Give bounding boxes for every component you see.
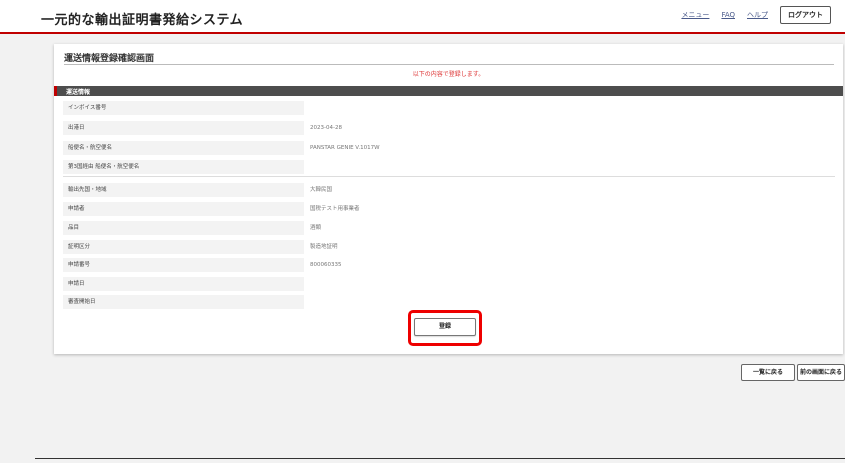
- back-to-previous-button[interactable]: 前の画面に戻る: [797, 364, 845, 381]
- field-label: 審査開始日: [63, 295, 304, 309]
- help-link[interactable]: ヘルプ: [747, 10, 768, 20]
- field-row-application-number: 申請番号 800060335: [63, 258, 835, 272]
- field-value: 2023-04-28: [310, 125, 342, 131]
- field-label: 申請日: [63, 277, 304, 291]
- field-value: 800060335: [310, 262, 342, 268]
- page-title: 運送情報登録確認画面: [64, 54, 155, 64]
- field-label: 品目: [63, 221, 304, 235]
- section-label: 運送情報: [66, 89, 91, 96]
- confirm-notice: 以下の内容で登録します。: [412, 71, 485, 78]
- field-row-application-date: 申請日: [63, 277, 835, 291]
- field-label: 出港日: [63, 121, 304, 135]
- confirm-panel: 運送情報登録確認画面 以下の内容で登録します。 運送情報 インボイス番号 出港日…: [54, 44, 843, 354]
- row-divider: [63, 176, 835, 177]
- field-label: 申請者: [63, 202, 304, 216]
- field-row-item: 品目 酒類: [63, 221, 835, 235]
- field-row-certificate-type: 証明区分 製造地証明: [63, 240, 835, 254]
- field-row-destination: 輸出先国・地域 大韓民国: [63, 183, 835, 197]
- field-value: PANSTAR GENIE V.1017W: [310, 145, 380, 151]
- field-label: インボイス番号: [63, 101, 304, 115]
- logout-button[interactable]: ログアウト: [780, 6, 831, 24]
- faq-link[interactable]: FAQ: [721, 11, 735, 19]
- field-label: 第3国経由 船便名・航空便名: [63, 160, 304, 174]
- field-row-departure-date: 出港日 2023-04-28: [63, 121, 835, 135]
- field-row-review-start-date: 審査開始日: [63, 295, 835, 309]
- footer-divider: [35, 458, 845, 459]
- menu-link[interactable]: メニュー: [681, 10, 709, 20]
- field-row-vessel: 船便名・航空便名 PANSTAR GENIE V.1017W: [63, 141, 835, 155]
- field-row-third-country-vessel: 第3国経由 船便名・航空便名: [63, 160, 835, 174]
- header-bar: 一元的な輸出証明書発給システム メニュー FAQ ヘルプ ログアウト: [0, 0, 845, 34]
- field-label: 輸出先国・地域: [63, 183, 304, 197]
- field-value: 国税テスト用事業者: [310, 206, 360, 212]
- title-divider: [64, 64, 834, 65]
- field-row-invoice: インボイス番号: [63, 101, 835, 115]
- field-label: 船便名・航空便名: [63, 141, 304, 155]
- field-value: 酒類: [310, 225, 322, 231]
- top-nav: メニュー FAQ ヘルプ ログアウト: [669, 6, 831, 24]
- field-label: 申請番号: [63, 258, 304, 272]
- field-row-applicant: 申請者 国税テスト用事業者: [63, 202, 835, 216]
- section-header: 運送情報: [54, 86, 843, 96]
- register-button[interactable]: 登録: [414, 318, 476, 336]
- field-value: 製造地証明: [310, 244, 338, 250]
- app-title: 一元的な輸出証明書発給システム: [41, 13, 244, 28]
- section-accent: [54, 86, 57, 96]
- field-value: 大韓民国: [310, 187, 333, 193]
- back-to-list-button[interactable]: 一覧に戻る: [741, 364, 795, 381]
- field-label: 証明区分: [63, 240, 304, 254]
